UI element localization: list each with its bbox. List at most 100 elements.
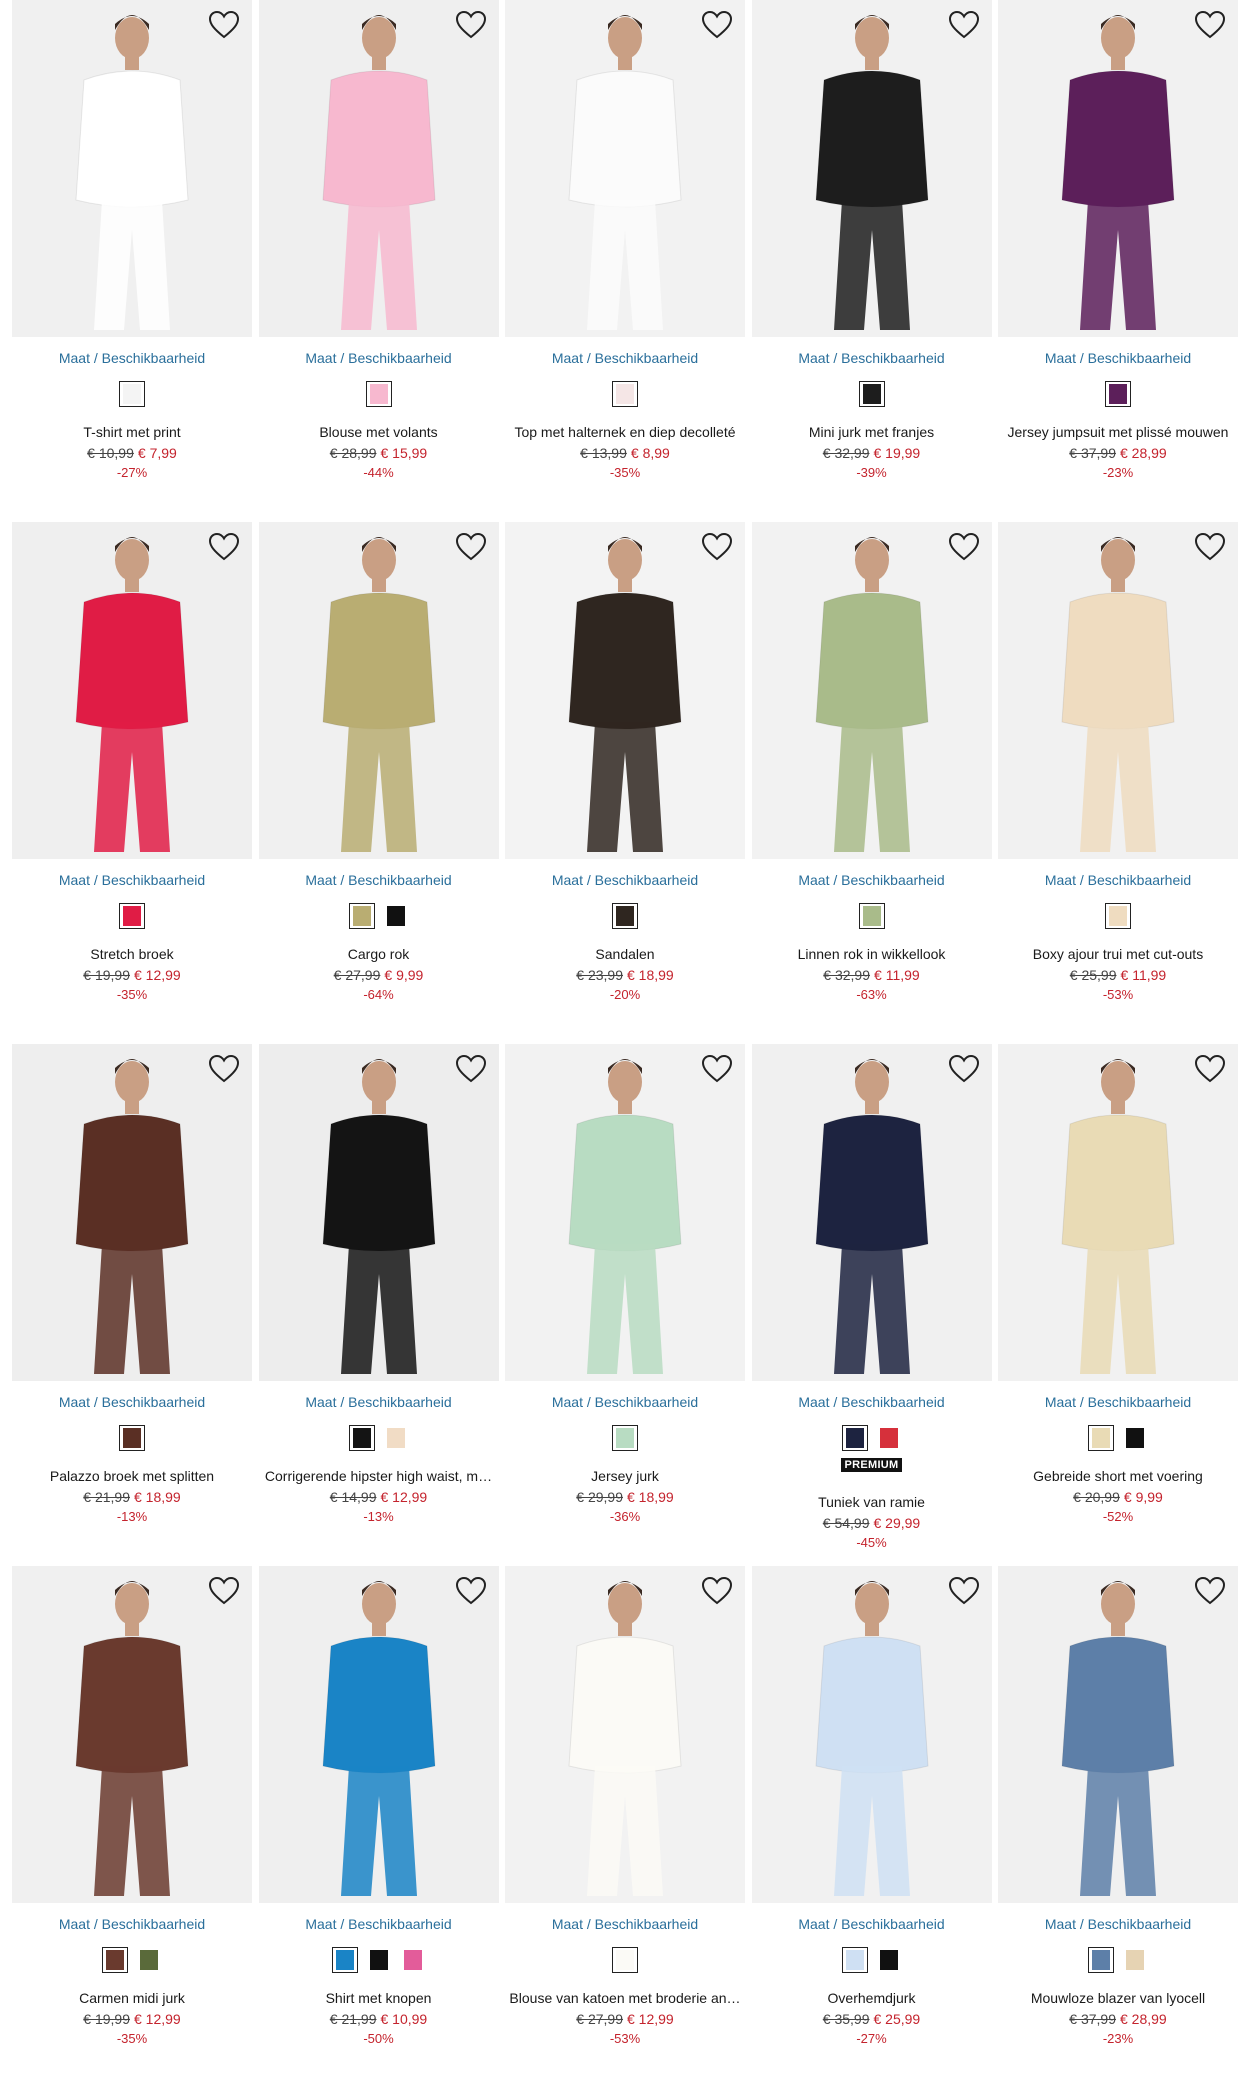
product-image[interactable] — [258, 522, 499, 859]
color-swatch[interactable] — [858, 381, 885, 407]
color-swatch[interactable] — [366, 1947, 392, 1973]
product-card[interactable]: Maat / Beschikbaarheid Shirt met knopen € … — [258, 1566, 499, 2088]
color-swatch[interactable] — [1105, 381, 1131, 407]
product-image[interactable] — [12, 0, 252, 337]
product-image[interactable] — [258, 1566, 499, 1903]
wishlist-heart-icon[interactable] — [1194, 532, 1226, 562]
color-swatch[interactable] — [383, 1425, 409, 1451]
product-name[interactable]: Jersey jurk — [509, 1468, 741, 1484]
size-availability-link[interactable]: Maat / Beschikbaarheid — [752, 1916, 992, 1932]
product-card[interactable]: Maat / Beschikbaarheid Gebreide short met… — [998, 1044, 1238, 1566]
wishlist-heart-icon[interactable] — [208, 532, 240, 562]
product-name[interactable]: Mouwloze blazer van lyocell — [1002, 1990, 1234, 2006]
wishlist-heart-icon[interactable] — [701, 532, 733, 562]
color-swatch[interactable] — [1088, 1947, 1114, 1973]
size-availability-link[interactable]: Maat / Beschikbaarheid — [505, 350, 745, 366]
product-image[interactable] — [751, 522, 992, 859]
product-name[interactable]: Jersey jumpsuit met plissé mouwen — [1002, 424, 1234, 440]
product-name[interactable]: T-shirt met print — [16, 424, 248, 440]
wishlist-heart-icon[interactable] — [701, 10, 733, 40]
color-swatch[interactable] — [876, 1425, 902, 1451]
wishlist-heart-icon[interactable] — [948, 1054, 980, 1084]
color-swatch[interactable] — [612, 903, 638, 929]
color-swatch[interactable] — [612, 1947, 638, 1973]
wishlist-heart-icon[interactable] — [208, 1576, 240, 1606]
color-swatch[interactable] — [102, 1947, 128, 1973]
wishlist-heart-icon[interactable] — [948, 1576, 980, 1606]
product-image[interactable] — [12, 1566, 252, 1903]
product-image[interactable] — [12, 522, 252, 859]
product-name[interactable]: Tuniek van ramie — [756, 1494, 988, 1510]
wishlist-heart-icon[interactable] — [948, 10, 980, 40]
wishlist-heart-icon[interactable] — [455, 1576, 487, 1606]
color-swatch[interactable] — [400, 1947, 426, 1973]
color-swatch[interactable] — [1088, 1425, 1114, 1451]
color-swatch[interactable] — [119, 1425, 145, 1451]
color-swatch[interactable] — [1105, 903, 1131, 929]
product-name[interactable]: Carmen midi jurk — [16, 1990, 248, 2006]
color-swatch[interactable] — [1122, 1425, 1148, 1451]
wishlist-heart-icon[interactable] — [455, 532, 487, 562]
product-card[interactable]: Maat / Beschikbaarheid Blouse van katoen … — [505, 1566, 745, 2088]
product-card[interactable]: Maat / Beschikbaarheid PREMIUM Tuniek van … — [751, 1044, 992, 1566]
wishlist-heart-icon[interactable] — [701, 1576, 733, 1606]
product-name[interactable]: Boxy ajour trui met cut-outs — [1002, 946, 1234, 962]
wishlist-heart-icon[interactable] — [208, 10, 240, 40]
color-swatch[interactable] — [119, 903, 145, 929]
product-image[interactable] — [751, 1566, 992, 1903]
size-availability-link[interactable]: Maat / Beschikbaarheid — [12, 1394, 252, 1410]
color-swatch[interactable] — [348, 1425, 375, 1451]
color-swatch[interactable] — [841, 1947, 868, 1973]
size-availability-link[interactable]: Maat / Beschikbaarheid — [12, 350, 252, 366]
product-name[interactable]: Blouse met volants — [263, 424, 495, 440]
product-card[interactable]: Maat / Beschikbaarheid Linnen rok in wikk… — [751, 522, 992, 1044]
size-availability-link[interactable]: Maat / Beschikbaarheid — [259, 350, 499, 366]
color-swatch[interactable] — [1122, 1947, 1148, 1973]
product-image[interactable] — [12, 1044, 252, 1381]
wishlist-heart-icon[interactable] — [1194, 1576, 1226, 1606]
wishlist-heart-icon[interactable] — [455, 1054, 487, 1084]
wishlist-heart-icon[interactable] — [1194, 1054, 1226, 1084]
product-card[interactable]: Maat / Beschikbaarheid Mini jurk met fran… — [751, 0, 992, 522]
product-card[interactable]: Maat / Beschikbaarheid Sandalen € 23,99 € 1… — [505, 522, 745, 1044]
wishlist-heart-icon[interactable] — [1194, 10, 1226, 40]
size-availability-link[interactable]: Maat / Beschikbaarheid — [752, 872, 992, 888]
product-card[interactable]: Maat / Beschikbaarheid Overhemdjurk € 35,9… — [751, 1566, 992, 2088]
product-name[interactable]: Palazzo broek met splitten — [16, 1468, 248, 1484]
color-swatch[interactable] — [365, 381, 392, 407]
product-name[interactable]: Linnen rok in wikkellook — [756, 946, 988, 962]
color-swatch[interactable] — [348, 903, 375, 929]
color-swatch[interactable] — [841, 1425, 868, 1451]
product-card[interactable]: Maat / Beschikbaarheid T-shirt met print €… — [12, 0, 252, 522]
size-availability-link[interactable]: Maat / Beschikbaarheid — [752, 350, 992, 366]
product-image[interactable] — [258, 1044, 499, 1381]
size-availability-link[interactable]: Maat / Beschikbaarheid — [12, 872, 252, 888]
product-name[interactable]: Gebreide short met voering — [1002, 1468, 1234, 1484]
product-image[interactable] — [505, 1566, 745, 1903]
color-swatch[interactable] — [331, 1947, 358, 1973]
size-availability-link[interactable]: Maat / Beschikbaarheid — [505, 872, 745, 888]
product-name[interactable]: Blouse van katoen met broderie an… — [509, 1990, 741, 2006]
product-card[interactable]: Maat / Beschikbaarheid Stretch broek € 19,… — [12, 522, 252, 1044]
product-card[interactable]: Maat / Beschikbaarheid Palazzo broek met … — [12, 1044, 252, 1566]
product-image[interactable] — [505, 1044, 745, 1381]
size-availability-link[interactable]: Maat / Beschikbaarheid — [259, 1394, 499, 1410]
product-name[interactable]: Mini jurk met franjes — [756, 424, 988, 440]
product-image[interactable] — [998, 1044, 1238, 1381]
color-swatch[interactable] — [383, 903, 409, 929]
color-swatch[interactable] — [119, 381, 145, 407]
product-card[interactable]: Maat / Beschikbaarheid Cargo rok € 27,99 € … — [258, 522, 499, 1044]
product-card[interactable]: Maat / Beschikbaarheid Jersey jurk € 29,99… — [505, 1044, 745, 1566]
product-name[interactable]: Corrigerende hipster high waist, m… — [263, 1468, 495, 1484]
product-card[interactable]: Maat / Beschikbaarheid Corrigerende hipst… — [258, 1044, 499, 1566]
color-swatch[interactable] — [858, 903, 885, 929]
size-availability-link[interactable]: Maat / Beschikbaarheid — [998, 1394, 1238, 1410]
product-card[interactable]: Maat / Beschikbaarheid Blouse met volants… — [258, 0, 499, 522]
product-image[interactable] — [998, 522, 1238, 859]
color-swatch[interactable] — [876, 1947, 902, 1973]
wishlist-heart-icon[interactable] — [948, 532, 980, 562]
size-availability-link[interactable]: Maat / Beschikbaarheid — [259, 872, 499, 888]
product-card[interactable]: Maat / Beschikbaarheid Boxy ajour trui me… — [998, 522, 1238, 1044]
product-card[interactable]: Maat / Beschikbaarheid Top met halternek … — [505, 0, 745, 522]
size-availability-link[interactable]: Maat / Beschikbaarheid — [998, 1916, 1238, 1932]
